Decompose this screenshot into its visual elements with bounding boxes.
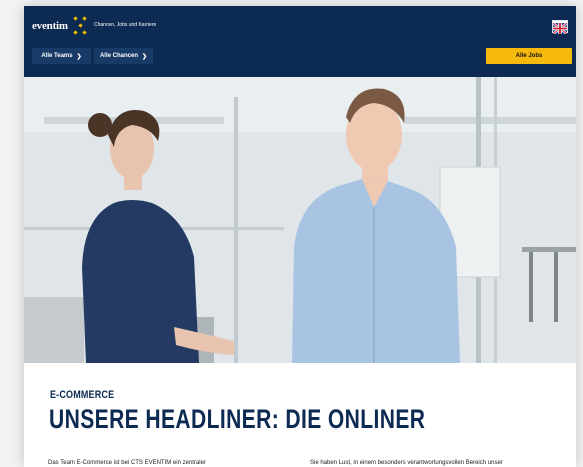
nav-all-teams-button[interactable]: Alle Teams ❯	[32, 48, 91, 64]
chevron-right-icon: ❯	[141, 53, 148, 60]
page-headline: UNSERE HEADLINER: DIE ONLINER	[49, 404, 426, 434]
chevron-right-icon: ❯	[76, 53, 82, 60]
all-jobs-button[interactable]: Alle Jobs	[486, 48, 572, 64]
site-header: eventim Chancen, Jobs und Karriere Alle …	[24, 6, 576, 77]
site-tagline: Chancen, Jobs und Karriere	[94, 22, 157, 28]
logo-stars-icon	[71, 15, 93, 37]
eventim-logo[interactable]: eventim	[32, 15, 93, 37]
intro-text-column-1: Das Team E-Commerce ist bei CTS EVENTIM …	[48, 460, 206, 466]
nav-all-chances-button[interactable]: Alle Chancen ❯	[94, 48, 153, 64]
uk-flag-icon[interactable]	[552, 20, 568, 35]
hero-photo	[24, 77, 576, 363]
nav-label: Alle Chancen	[99, 53, 138, 59]
nav-label: Alle Teams	[41, 53, 73, 59]
logo-wordmark: eventim	[32, 20, 68, 32]
page: eventim Chancen, Jobs und Karriere Alle …	[24, 6, 576, 467]
section-label: E-COMMERCE	[50, 389, 115, 401]
intro-text-column-2: Sie haben Lust, in einem besonders veran…	[310, 460, 503, 466]
